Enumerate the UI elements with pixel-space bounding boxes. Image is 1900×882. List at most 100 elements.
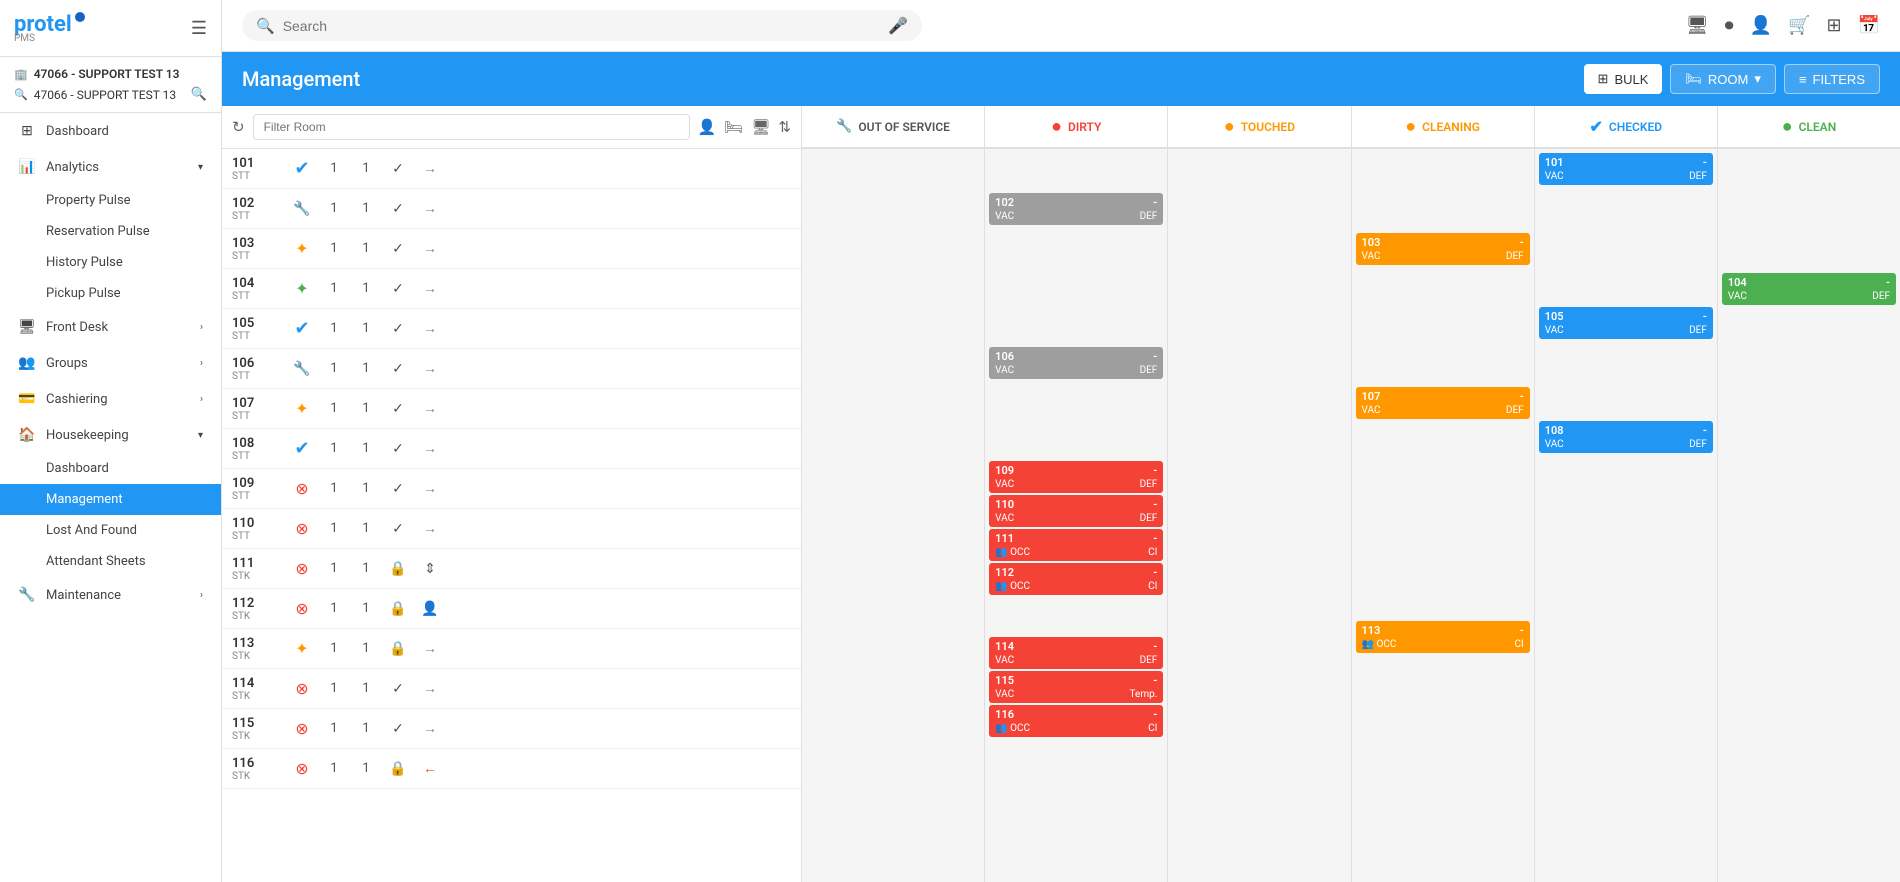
col-slot <box>1722 153 1896 191</box>
search-input[interactable] <box>283 18 880 34</box>
status-icon[interactable]: ⊗ <box>290 599 314 618</box>
calendar-icon[interactable]: 📅 <box>1858 15 1880 36</box>
list-item[interactable]: 105- VACDEF <box>1539 307 1713 339</box>
table-row: 112STK ⊗ 1 1 🔒 👤 <box>222 589 801 629</box>
logo-dot <box>75 12 85 22</box>
sidebar-item-housekeeping[interactable]: 🏠 Housekeeping ▾ <box>0 417 221 453</box>
status-icon[interactable]: ⊗ <box>290 759 314 778</box>
col-slot <box>1539 267 1713 305</box>
status-icon[interactable]: 🔧 <box>290 201 314 217</box>
col-oos <box>802 149 985 882</box>
room-number: 116STK <box>232 756 282 782</box>
col-header-touched[interactable]: ● TOUCHED <box>1168 106 1351 147</box>
room-number: 105STT <box>232 316 282 342</box>
list-item[interactable]: 111- 👥 OCCCI <box>989 529 1163 561</box>
room-count-adults: 1 <box>322 441 346 456</box>
sort-icon[interactable]: ⇅ <box>778 118 791 136</box>
list-item[interactable]: 104- VACDEF <box>1722 273 1896 305</box>
table-row: 108STT ✔ 1 1 ✓ → <box>222 429 801 469</box>
filter-room-input[interactable] <box>253 114 690 140</box>
list-item[interactable]: 108- VACDEF <box>1539 421 1713 453</box>
check-mark: ✓ <box>386 481 410 497</box>
hamburger-icon[interactable]: ☰ <box>191 18 207 39</box>
room-count-beds: 1 <box>354 161 378 176</box>
person-icon[interactable]: 👤 <box>698 118 717 136</box>
search-box[interactable]: 🔍 🎤 <box>242 10 922 41</box>
sidebar-item-pickup-pulse[interactable]: Pickup Pulse <box>0 278 221 309</box>
sidebar-item-reservation-pulse[interactable]: Reservation Pulse <box>0 216 221 247</box>
status-icon[interactable]: ✔ <box>290 158 314 179</box>
sidebar-item-groups[interactable]: 👥 Groups › <box>0 345 221 381</box>
wrench-icon: 🔧 <box>293 201 310 217</box>
list-item[interactable]: 103- VACDEF <box>1356 233 1530 265</box>
status-body: 102- VACDEF 106- VACDEF <box>802 149 1900 882</box>
sidebar-item-lost-found[interactable]: Lost And Found <box>0 515 221 546</box>
status-icon[interactable]: ✦ <box>290 399 314 418</box>
room-icon: 🛏 <box>1685 71 1702 87</box>
list-item[interactable]: 109- VACDEF <box>989 461 1163 493</box>
sidebar-item-hk-dashboard[interactable]: Dashboard <box>0 453 221 484</box>
screen-icon[interactable]: 🖥 <box>751 118 770 136</box>
bed-icon[interactable]: 🛏 <box>724 118 743 136</box>
status-icon[interactable]: ✔ <box>290 318 314 339</box>
sidebar-item-management[interactable]: Management <box>0 484 221 515</box>
status-icon[interactable]: ⊗ <box>290 559 314 578</box>
status-icon[interactable]: ⊗ <box>290 679 314 698</box>
list-item[interactable]: 102- VACDEF <box>989 193 1163 225</box>
room-count-adults: 1 <box>322 761 346 776</box>
room-count-beds: 1 <box>354 241 378 256</box>
table-row: 102STT 🔧 1 1 ✓ → <box>222 189 801 229</box>
mic-icon[interactable]: 🎤 <box>888 16 908 35</box>
sidebar-item-dashboard[interactable]: ⊞ Dashboard <box>0 113 221 149</box>
grid-icon[interactable]: ⊞ <box>1826 15 1841 36</box>
sidebar-item-label: Maintenance <box>46 588 121 603</box>
list-item[interactable]: 101- VACDEF <box>1539 153 1713 185</box>
table-row: 114STK ⊗ 1 1 ✓ → <box>222 669 801 709</box>
cashiering-icon: 💳 <box>18 391 36 407</box>
status-icon[interactable]: ⊗ <box>290 479 314 498</box>
list-item[interactable]: 114- VACDEF <box>989 637 1163 669</box>
record-icon[interactable]: ⏺ <box>1725 15 1734 36</box>
cart-icon[interactable]: 🛒 <box>1788 15 1810 36</box>
register-icon[interactable]: 🖥 <box>1686 15 1709 36</box>
list-item[interactable]: 106- VACDEF <box>989 347 1163 379</box>
list-item[interactable]: 112- 👥 OCCCI <box>989 563 1163 595</box>
user-icon[interactable]: 👤 <box>1750 15 1772 36</box>
status-icon[interactable]: ⊗ <box>290 719 314 738</box>
col-header-dirty[interactable]: ● DIRTY <box>985 106 1168 147</box>
col-header-oos[interactable]: 🔧 OUT OF SERVICE <box>802 106 985 147</box>
status-icon[interactable]: ✔ <box>290 438 314 459</box>
status-icon[interactable]: ✦ <box>290 279 314 298</box>
list-item[interactable]: 115- VACTemp. <box>989 671 1163 703</box>
list-item[interactable]: 116- 👥 OCCCI <box>989 705 1163 737</box>
status-icon[interactable]: 🔧 <box>290 361 314 377</box>
col-header-checked[interactable]: ✔ CHECKED <box>1535 106 1718 147</box>
room-button[interactable]: 🛏 ROOM ▾ <box>1670 64 1776 94</box>
room-number: 115STK <box>232 716 282 742</box>
sidebar-item-attendant-sheets[interactable]: Attendant Sheets <box>0 546 221 577</box>
sidebar-item-analytics[interactable]: 📊 Analytics ▾ <box>0 149 221 185</box>
status-icon[interactable]: ✦ <box>290 639 314 658</box>
sidebar-item-front-desk[interactable]: 🖥 Front Desk › <box>0 309 221 345</box>
bulk-button[interactable]: ⊞ BULK <box>1584 64 1663 94</box>
col-slot <box>1356 501 1530 539</box>
col-header-clean[interactable]: ● CLEAN <box>1718 106 1900 147</box>
list-item[interactable]: 107- VACDEF <box>1356 387 1530 419</box>
room-count-beds: 1 <box>354 561 378 576</box>
property-secondary[interactable]: 🔍 47066 - SUPPORT TEST 13 🔍 <box>14 87 207 102</box>
filters-button[interactable]: ≡ FILTERS <box>1784 64 1880 94</box>
sidebar-item-property-pulse[interactable]: Property Pulse <box>0 185 221 216</box>
list-item[interactable]: 113- 👥 OCCCI <box>1356 621 1530 653</box>
sidebar-item-cashiering[interactable]: 💳 Cashiering › <box>0 381 221 417</box>
col-header-cleaning[interactable]: ● CLEANING <box>1352 106 1535 147</box>
status-icon[interactable]: ✦ <box>290 239 314 258</box>
list-item[interactable]: 110- VACDEF <box>989 495 1163 527</box>
status-icon[interactable]: ⊗ <box>290 519 314 538</box>
col-slot <box>1356 581 1530 619</box>
property-search-btn[interactable]: 🔍 <box>191 87 207 102</box>
sidebar-item-maintenance[interactable]: 🔧 Maintenance › <box>0 577 221 613</box>
content-area: ↻ 👤 🛏 🖥 ⇅ 101STT ✔ 1 1 ✓ → <box>222 106 1900 882</box>
dot-red-icon: ⊗ <box>295 559 308 578</box>
sidebar-item-history-pulse[interactable]: History Pulse <box>0 247 221 278</box>
refresh-icon[interactable]: ↻ <box>232 118 245 136</box>
